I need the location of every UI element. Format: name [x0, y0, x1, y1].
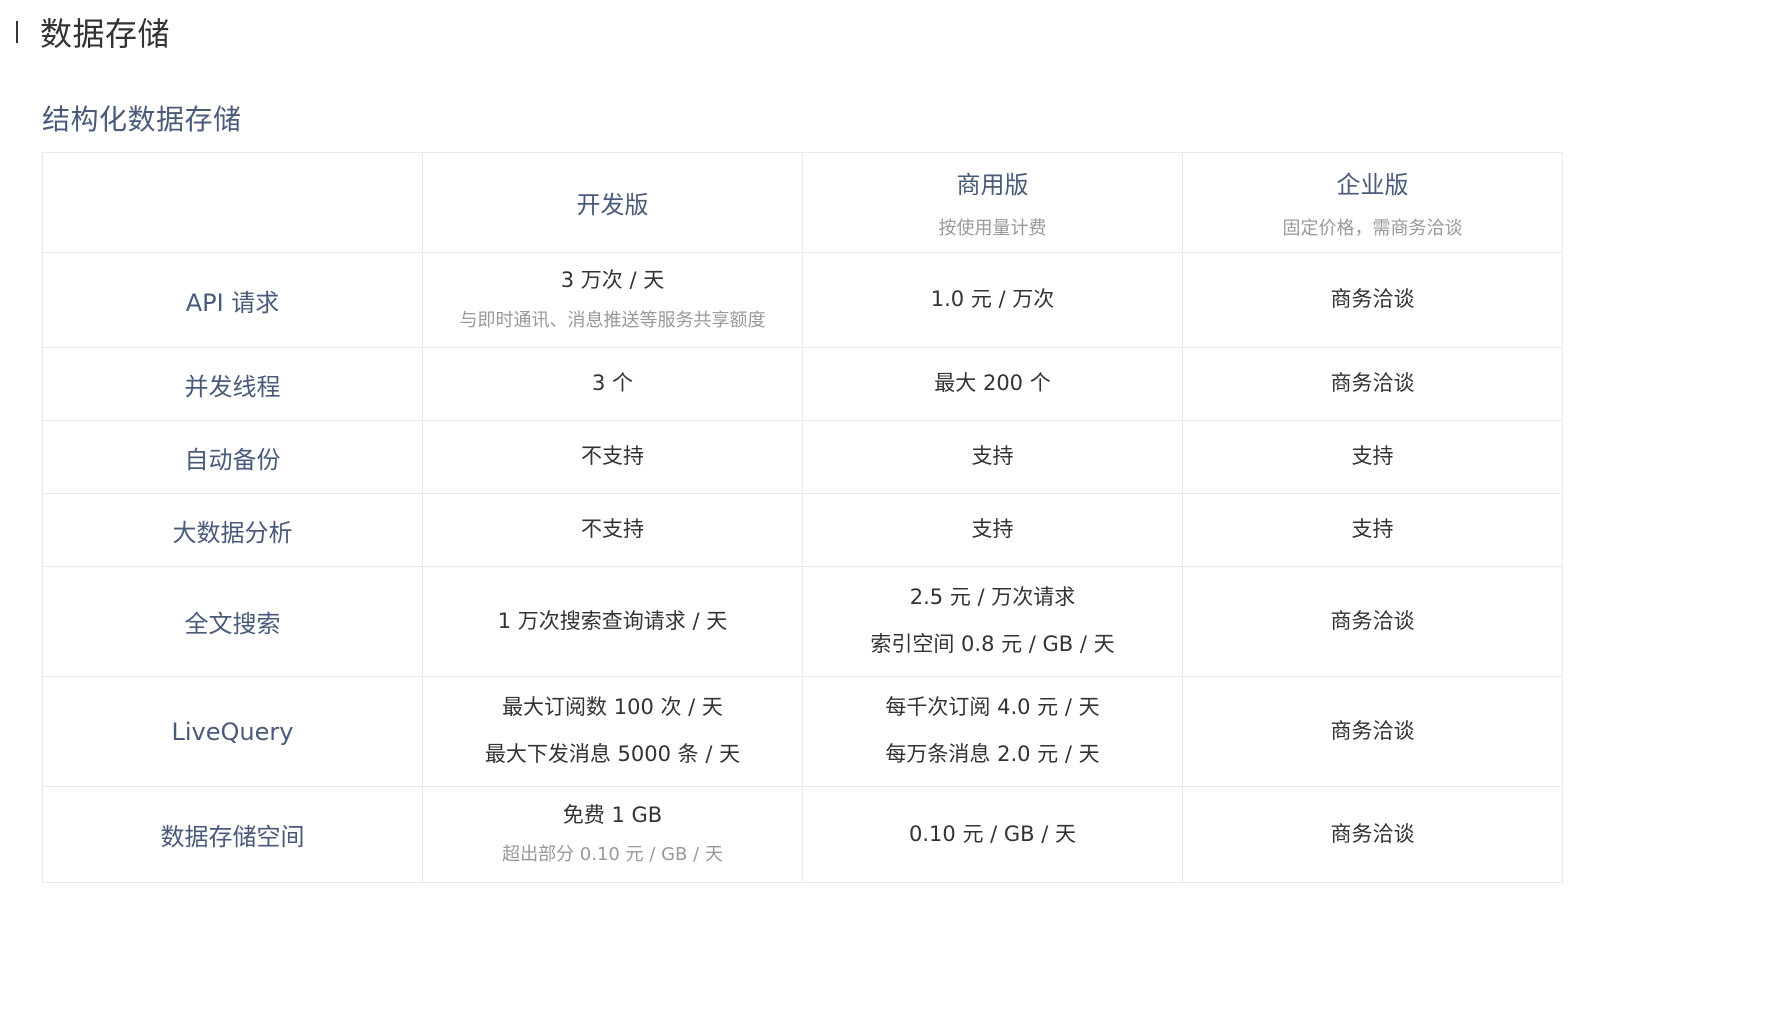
table-row: 自动备份 不支持 支持 支持	[42, 420, 1563, 494]
table-row: 全文搜索 1 万次搜索查询请求 / 天 2.5 元 / 万次请求 索引空间 0.…	[42, 566, 1563, 677]
table-row: LiveQuery 最大订阅数 100 次 / 天 最大下发消息 5000 条 …	[42, 676, 1563, 787]
header-cell-enterprise: 企业版 固定价格，需商务洽谈	[1182, 152, 1563, 253]
cell-commercial: 支持	[802, 420, 1183, 494]
table-row: 大数据分析 不支持 支持 支持	[42, 493, 1563, 567]
header-label-enterprise: 企业版	[1336, 171, 1409, 199]
header-cell-empty	[42, 152, 423, 253]
cell-dev: 不支持	[422, 493, 803, 567]
cell-value: 商务洽谈	[1330, 371, 1415, 396]
cell-enterprise: 商务洽谈	[1182, 566, 1563, 677]
cell-dev: 3 万次 / 天 与即时通讯、消息推送等服务共享额度	[422, 252, 803, 348]
cell-enterprise: 支持	[1182, 493, 1563, 567]
cell-commercial: 每千次订阅 4.0 元 / 天 每万条消息 2.0 元 / 天	[802, 676, 1183, 787]
cell-value-line2: 索引空间 0.8 元 / GB / 天	[870, 632, 1115, 657]
cell-note: 超出部分 0.10 元 / GB / 天	[502, 844, 723, 866]
row-label: LiveQuery	[42, 676, 423, 787]
row-label: 全文搜索	[42, 566, 423, 677]
cell-value: 免费 1 GB	[562, 802, 663, 827]
row-label: API 请求	[42, 252, 423, 348]
row-label: 数据存储空间	[42, 786, 423, 883]
cell-value: 3 万次 / 天	[560, 268, 665, 293]
cell-value: 商务洽谈	[1330, 287, 1415, 312]
cell-value-line2: 每万条消息 2.0 元 / 天	[885, 742, 1100, 767]
cell-value: 2.5 元 / 万次请求	[909, 584, 1076, 609]
section-header: 数据存储	[16, 8, 170, 56]
header-cell-commercial: 商用版 按使用量计费	[802, 152, 1183, 253]
table-row: 数据存储空间 免费 1 GB 超出部分 0.10 元 / GB / 天 0.10…	[42, 786, 1563, 883]
table-row: API 请求 3 万次 / 天 与即时通讯、消息推送等服务共享额度 1.0 元 …	[42, 252, 1563, 348]
cell-dev: 1 万次搜索查询请求 / 天	[422, 566, 803, 677]
section-title: 数据存储	[40, 15, 171, 53]
table-row: 并发线程 3 个 最大 200 个 商务洽谈	[42, 347, 1563, 421]
cell-commercial: 2.5 元 / 万次请求 索引空间 0.8 元 / GB / 天	[802, 566, 1183, 677]
header-sub-enterprise: 固定价格，需商务洽谈	[1282, 218, 1463, 239]
cell-commercial: 支持	[802, 493, 1183, 567]
cell-value: 1.0 元 / 万次	[930, 287, 1055, 312]
cell-enterprise: 商务洽谈	[1182, 252, 1563, 348]
table-header-row: 开发版 商用版 按使用量计费 企业版 固定价格，需商务洽谈	[42, 152, 1563, 253]
cell-value: 商务洽谈	[1330, 821, 1415, 846]
cell-commercial: 1.0 元 / 万次	[802, 252, 1183, 348]
cell-enterprise: 商务洽谈	[1182, 676, 1563, 787]
cell-dev: 不支持	[422, 420, 803, 494]
cell-value: 最大订阅数 100 次 / 天	[502, 694, 723, 719]
cell-dev: 3 个	[422, 347, 803, 421]
cell-enterprise: 商务洽谈	[1182, 347, 1563, 421]
cell-value: 每千次订阅 4.0 元 / 天	[885, 694, 1100, 719]
cell-note: 与即时通讯、消息推送等服务共享额度	[459, 309, 766, 331]
cell-value: 商务洽谈	[1330, 608, 1415, 633]
cell-value-line2: 最大下发消息 5000 条 / 天	[484, 742, 741, 767]
cell-enterprise: 支持	[1182, 420, 1563, 494]
cell-commercial: 最大 200 个	[802, 347, 1183, 421]
cell-commercial: 0.10 元 / GB / 天	[802, 786, 1183, 883]
section-marker	[16, 21, 18, 43]
cell-enterprise: 商务洽谈	[1182, 786, 1563, 883]
header-cell-dev: 开发版	[422, 152, 803, 253]
cell-value: 3 个	[591, 371, 634, 396]
cell-dev: 最大订阅数 100 次 / 天 最大下发消息 5000 条 / 天	[422, 676, 803, 787]
cell-dev: 免费 1 GB 超出部分 0.10 元 / GB / 天	[422, 786, 803, 883]
cell-value: 支持	[971, 517, 1014, 542]
cell-value: 支持	[1351, 517, 1394, 542]
pricing-table: 开发版 商用版 按使用量计费 企业版 固定价格，需商务洽谈 API 请求 3 万…	[42, 152, 1563, 883]
cell-value: 商务洽谈	[1330, 718, 1415, 743]
cell-value: 不支持	[581, 444, 644, 469]
row-label: 并发线程	[42, 347, 423, 421]
cell-value: 0.10 元 / GB / 天	[909, 821, 1076, 846]
header-label-commercial: 商用版	[956, 171, 1029, 199]
cell-value: 支持	[1351, 444, 1394, 469]
header-label-dev: 开发版	[576, 191, 649, 219]
cell-value: 最大 200 个	[934, 371, 1051, 396]
row-label: 自动备份	[42, 420, 423, 494]
cell-value: 支持	[971, 444, 1014, 469]
cell-value: 1 万次搜索查询请求 / 天	[497, 608, 728, 633]
row-label: 大数据分析	[42, 493, 423, 567]
header-sub-commercial: 按使用量计费	[938, 218, 1047, 239]
subsection-title: 结构化数据存储	[42, 103, 242, 136]
cell-value: 不支持	[581, 517, 644, 542]
